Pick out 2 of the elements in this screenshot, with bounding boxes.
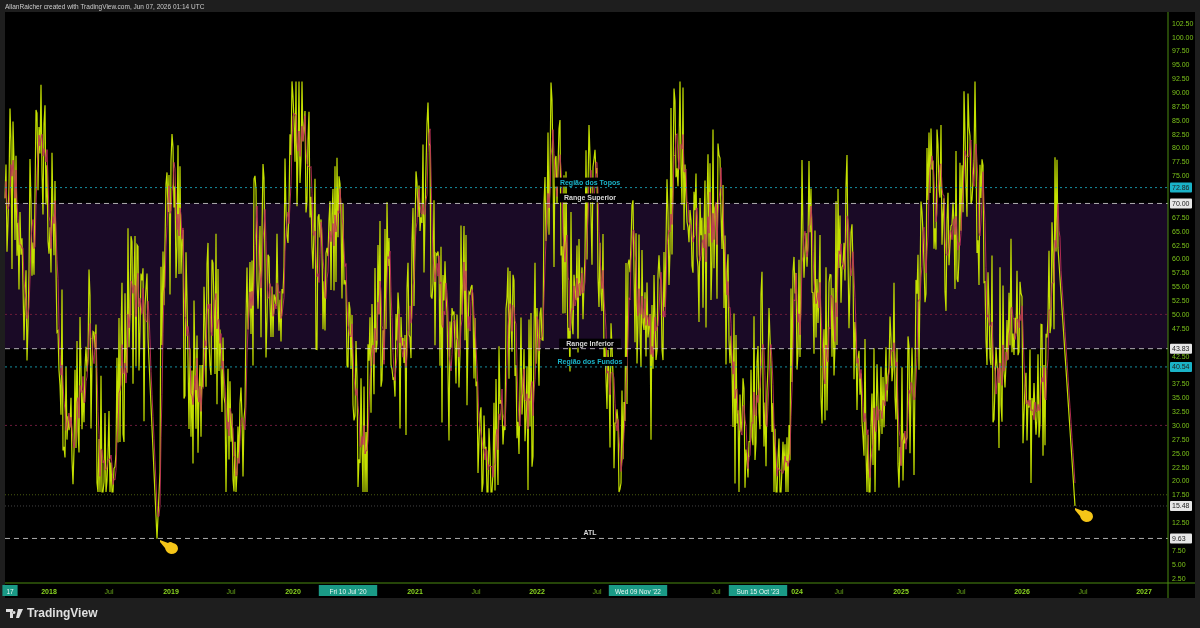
tradingview-logo-icon (6, 608, 23, 618)
tradingview-logo: TradingView (27, 606, 98, 620)
